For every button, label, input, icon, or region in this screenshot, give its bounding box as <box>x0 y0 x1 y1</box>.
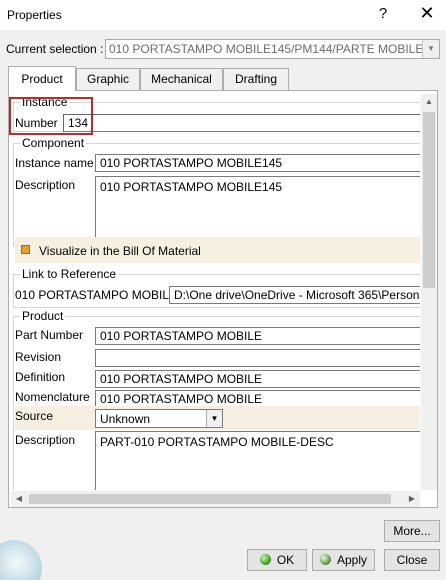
more-button[interactable]: More... <box>384 520 440 542</box>
globe-icon <box>0 540 42 580</box>
revision-label: Revision <box>15 350 62 364</box>
highlight-annotation <box>9 97 93 135</box>
source-row: Source Unknown ▼ <box>15 406 420 430</box>
close-button[interactable]: Close <box>384 549 440 571</box>
instance-name-input[interactable]: 010 PORTASTAMPO MOBILE145 <box>95 154 420 172</box>
link-reference-path[interactable]: D:\One drive\OneDrive - Microsoft 365\Pe… <box>169 286 420 304</box>
component-description-label: Description <box>15 178 76 192</box>
bom-checkbox[interactable] <box>21 245 30 254</box>
product-tab-panel: Instance Number 134 Component Instance n… <box>8 90 438 508</box>
source-label: Source <box>15 409 54 423</box>
product-description-textarea[interactable]: PART-010 PORTASTAMPO MOBILE-DESC <box>95 431 420 490</box>
part-number-input[interactable]: 010 PORTASTAMPO MOBILE <box>95 327 420 345</box>
product-group-title: Product <box>20 309 66 323</box>
window-title: Properties <box>7 8 62 22</box>
ok-button-label: OK <box>276 553 295 567</box>
properties-viewport: Instance Number 134 Component Instance n… <box>11 94 420 490</box>
title-bar: Properties ? ✕ <box>0 0 446 30</box>
link-reference-name: 010 PORTASTAMPO MOBILE <box>15 288 178 302</box>
link-group-title: Link to Reference <box>20 267 119 281</box>
horizontal-scrollbar[interactable]: ◀ ▶ <box>11 491 420 507</box>
nomenclature-label: Nomenclature <box>15 390 90 404</box>
current-selection-row: Current selection : 010 PORTASTAMPO MOBI… <box>0 38 446 60</box>
tab-product[interactable]: Product <box>8 66 76 91</box>
help-icon[interactable]: ? <box>375 5 391 22</box>
ok-icon <box>259 554 271 565</box>
scroll-up-icon[interactable]: ▲ <box>421 94 437 110</box>
component-description-textarea[interactable]: 010 PORTASTAMPO MOBILE145 <box>95 176 420 239</box>
current-selection-value: 010 PORTASTAMPO MOBILE145/PM144/PARTE MO… <box>109 42 440 56</box>
part-number-label: Part Number <box>15 328 84 342</box>
bom-checkbox-row: Visualize in the Bill Of Material <box>15 237 420 263</box>
definition-label: Definition <box>15 370 66 384</box>
scroll-right-icon[interactable]: ▶ <box>404 491 420 507</box>
tab-graphic[interactable]: Graphic <box>76 68 140 90</box>
tab-mechanical[interactable]: Mechanical <box>140 68 223 90</box>
product-description-label: Description <box>15 433 76 447</box>
component-group-title: Component <box>20 136 87 150</box>
revision-input[interactable] <box>95 349 420 367</box>
apply-icon <box>319 554 331 565</box>
current-selection-combo[interactable]: 010 PORTASTAMPO MOBILE145/PM144/PARTE MO… <box>105 39 440 59</box>
ok-button[interactable]: OK <box>247 549 307 571</box>
tab-drafting[interactable]: Drafting <box>223 68 289 90</box>
definition-input[interactable]: 010 PORTASTAMPO MOBILE <box>95 370 420 388</box>
apply-button[interactable]: Apply <box>312 549 375 571</box>
horizontal-scroll-thumb[interactable] <box>29 494 391 504</box>
close-icon[interactable]: ✕ <box>415 3 439 24</box>
source-select-value: Unknown <box>100 412 151 426</box>
current-selection-label: Current selection : <box>6 42 104 56</box>
vertical-scroll-thumb[interactable] <box>423 112 435 288</box>
bom-checkbox-label: Visualize in the Bill Of Material <box>39 244 201 258</box>
chevron-down-icon[interactable]: ▼ <box>422 40 439 58</box>
source-select[interactable]: Unknown ▼ <box>95 409 223 428</box>
instance-name-label: Instance name <box>15 156 94 170</box>
chevron-down-icon[interactable]: ▼ <box>206 410 222 427</box>
apply-button-label: Apply <box>336 553 368 567</box>
number-input[interactable]: 134 <box>63 114 420 132</box>
vertical-scrollbar[interactable]: ▲ <box>421 94 437 490</box>
scroll-left-icon[interactable]: ◀ <box>11 491 27 507</box>
